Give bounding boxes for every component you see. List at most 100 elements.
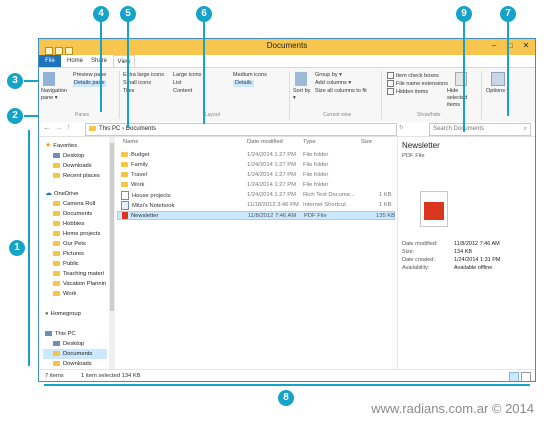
hidden-items-checkbox[interactable]: Hidden items (387, 88, 428, 96)
column-header-type[interactable]: Type (303, 139, 316, 145)
nav-item-pc-documents[interactable]: Documents (43, 349, 107, 359)
search-icon[interactable]: ⌕ (524, 124, 527, 135)
address-bar-row: ← → ↑ This PC › Documents ↻ Search Docum… (39, 122, 535, 137)
nav-item-work[interactable]: Work (53, 289, 76, 299)
nav-homegroup[interactable]: ● Homegroup (45, 309, 81, 319)
nav-item-teaching-materials[interactable]: Teaching materi (53, 269, 104, 279)
tab-file[interactable]: File (39, 55, 61, 67)
sort-by-button[interactable]: Sort by ▾ (293, 88, 311, 102)
refresh-icon[interactable]: ↻ (399, 125, 404, 132)
callout-guide-line (463, 20, 465, 132)
nav-item-desktop[interactable]: Desktop (53, 151, 84, 161)
back-icon[interactable]: ← (43, 124, 51, 132)
nav-item-home-projects[interactable]: Home projects (53, 229, 100, 239)
nav-item-public[interactable]: Public (53, 259, 79, 269)
item-check-boxes-checkbox[interactable]: Item check boxes (387, 72, 439, 80)
file-row[interactable]: Travel 1/24/2014 1:27 PM File folder (117, 171, 395, 180)
cloud-icon: ☁ (45, 190, 52, 197)
nav-item-our-pets[interactable]: Our Pets (53, 239, 86, 249)
tab-share[interactable]: Share (89, 55, 109, 67)
callout-guide-line (507, 20, 509, 116)
maximize-button[interactable]: □ (503, 40, 517, 52)
close-button[interactable]: ✕ (519, 40, 533, 52)
layout-list[interactable]: List (173, 80, 182, 87)
callout-badge: 3 (7, 73, 23, 89)
status-bar: 7 items 1 item selected 134 KB (39, 369, 535, 381)
nav-item-pictures[interactable]: Pictures (53, 249, 84, 259)
up-icon[interactable]: ↑ (67, 124, 71, 131)
callout-guide-line (203, 20, 205, 124)
file-name-extensions-checkbox[interactable]: File name extensions (387, 80, 448, 88)
column-header-date[interactable]: Date modified (247, 139, 283, 145)
details-view-icon[interactable] (509, 372, 519, 381)
file-row[interactable]: Budget 1/24/2014 1:27 PM File folder (117, 151, 395, 160)
layout-medium-icons[interactable]: Medium icons (233, 72, 267, 79)
options-button[interactable]: Options ▾ (486, 88, 509, 95)
tab-home[interactable]: Home (65, 55, 85, 67)
callout-badge: 6 (196, 6, 212, 22)
nav-item-vacation-planning[interactable]: Vacation Plannin (53, 279, 106, 289)
divider (289, 71, 290, 119)
forward-icon[interactable]: → (55, 124, 63, 132)
group-by-button[interactable]: Group by ▾ (315, 72, 342, 79)
homegroup-icon: ● (45, 311, 49, 317)
folder-icon (121, 171, 128, 177)
show-hide-group-label: Show/hide (417, 112, 441, 118)
panes-group-label: Panes (75, 112, 90, 118)
details-pane: Newsletter PDF File Date modified: 11/8/… (397, 137, 535, 369)
details-title: Newsletter (402, 141, 440, 150)
callout-guide-line (24, 80, 38, 82)
watermark: www.radians.com.ar © 2014 (371, 401, 534, 416)
file-row[interactable]: Work 1/24/2014 1:27 PM File folder (117, 181, 395, 190)
hide-selected-icon[interactable] (455, 72, 467, 86)
folder-icon (53, 162, 60, 168)
navigation-pane-button[interactable]: Navigation pane ▾ (41, 88, 71, 102)
column-header-name[interactable]: Name (123, 139, 138, 145)
nav-scrollbar-thumb[interactable] (110, 143, 114, 311)
file-row[interactable]: Mitzi's Notebook 11/18/2012 3:46 PM Inte… (117, 201, 395, 210)
nav-item-downloads[interactable]: Downloads (53, 161, 92, 171)
layout-large-icons[interactable]: Large icons (173, 72, 201, 79)
ribbon-tabs: File Home Share View (39, 55, 535, 68)
address-bar[interactable]: This PC › Documents (85, 123, 397, 136)
item-count: 7 items (45, 373, 64, 379)
navigation-pane: ★ Favorites Desktop Downloads Recent plac… (39, 137, 110, 369)
large-icons-view-icon[interactable] (521, 372, 531, 381)
nav-onedrive[interactable]: ☁ OneDrive (45, 189, 78, 199)
search-input[interactable]: Search Documents ⌕ (429, 123, 531, 136)
callout-badge: 7 (500, 6, 516, 22)
layout-content[interactable]: Content (173, 88, 192, 95)
column-header-size[interactable]: Size (361, 139, 372, 145)
nav-item-documents[interactable]: Documents (53, 209, 92, 219)
hide-selected-items-button[interactable]: Hide selected items (447, 88, 475, 109)
nav-item-pc-desktop[interactable]: Desktop (53, 339, 84, 349)
options-icon[interactable] (491, 72, 505, 86)
divider (119, 71, 120, 119)
ribbon: Navigation pane ▾ Preview pane Details p… (39, 67, 535, 123)
divider (381, 71, 382, 119)
size-columns-button[interactable]: Size all columns to fit (315, 88, 367, 95)
nav-item-pc-downloads[interactable]: Downloads (53, 359, 92, 369)
file-row[interactable]: House projects 1/24/2014 1:27 PM Rich Te… (117, 191, 395, 200)
nav-item-camera-roll[interactable]: Camera Roll (53, 199, 95, 209)
layout-details[interactable]: Details (233, 80, 254, 87)
navigation-pane-icon[interactable] (43, 72, 55, 86)
nav-this-pc[interactable]: This PC (45, 329, 76, 339)
nav-item-hobbies[interactable]: Hobbies (53, 219, 84, 229)
file-row[interactable]: Family 1/24/2014 1:27 PM File folder (117, 161, 395, 170)
nav-item-recent-places[interactable]: Recent places (53, 171, 100, 181)
callout-guide-line (127, 20, 129, 128)
computer-icon (45, 330, 52, 336)
detail-key: Availability: (402, 265, 430, 271)
folder-icon (89, 125, 96, 131)
add-columns-button[interactable]: Add columns ▾ (315, 80, 351, 87)
star-icon: ★ (45, 142, 52, 149)
file-row-selected[interactable]: Newsletter 11/8/2012 7:46 AM PDF File 13… (117, 211, 395, 220)
minimize-button[interactable]: – (487, 40, 501, 52)
folder-icon (121, 181, 128, 187)
sort-icon[interactable] (295, 72, 307, 86)
callout-badge: 5 (120, 6, 136, 22)
nav-favorites[interactable]: ★ Favorites (45, 141, 77, 151)
layout-extra-large-icons[interactable]: Extra large icons (123, 72, 164, 79)
details-type: PDF File (402, 153, 425, 159)
